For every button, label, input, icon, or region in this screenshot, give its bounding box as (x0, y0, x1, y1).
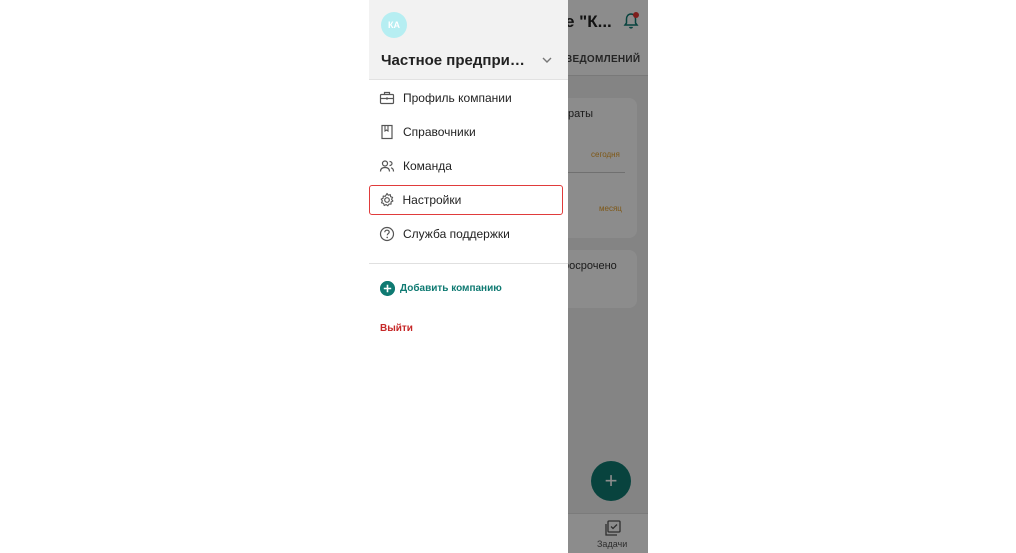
plus-circle-icon (380, 281, 395, 296)
briefcase-icon (379, 91, 395, 105)
drawer-divider (369, 263, 568, 264)
company-name[interactable]: Частное предприят... (381, 52, 533, 69)
add-company-label: Добавить компанию (400, 283, 502, 294)
help-icon (379, 226, 395, 242)
add-company-button[interactable]: Добавить компанию (369, 278, 568, 300)
team-icon (379, 160, 395, 172)
menu-item-label: Настройки (402, 192, 462, 207)
menu-item-label: Справочники (403, 125, 476, 139)
menu-item-label: Команда (403, 159, 452, 173)
book-icon (381, 124, 393, 140)
menu-item-team[interactable]: Команда (369, 151, 568, 181)
menu-item-settings[interactable]: Настройки (369, 185, 563, 215)
navigation-drawer: КА Частное предприят... Профиль компании… (369, 0, 568, 553)
menu-item-support[interactable]: Служба поддержки (369, 219, 568, 249)
phone-screen: е "К... ВЕДОМЛЕНИЙ траты l сегодня l мес… (369, 0, 648, 553)
menu-item-directories[interactable]: Справочники (369, 117, 568, 147)
menu-item-label: Служба поддержки (403, 227, 510, 241)
logout-button[interactable]: Выйти (380, 323, 413, 334)
menu-item-label: Профиль компании (403, 91, 512, 105)
avatar[interactable]: КА (381, 12, 407, 38)
gear-icon (380, 192, 393, 206)
drawer-header: КА Частное предприят... (369, 0, 568, 80)
menu-item-company-profile[interactable]: Профиль компании (369, 83, 568, 113)
chevron-down-icon[interactable] (541, 55, 553, 65)
